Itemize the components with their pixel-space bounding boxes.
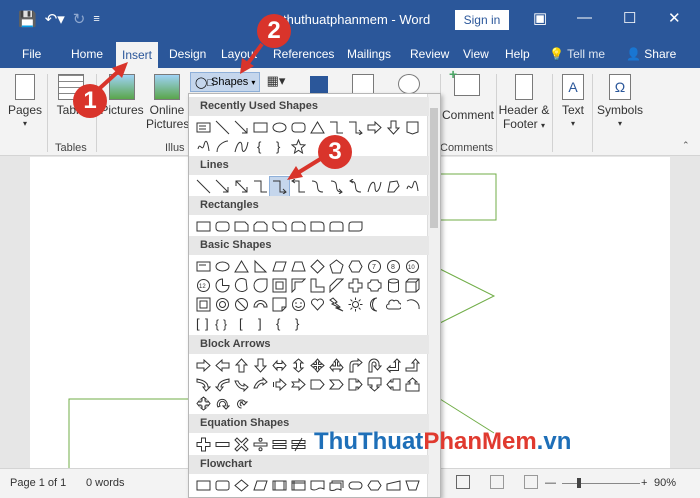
watermark-logo: ThuThuatPhanMem.vn — [314, 428, 571, 456]
watermark-part-3: .vn — [536, 428, 572, 455]
step-3-arrow — [294, 156, 324, 176]
watermark-part-2: PhanMem — [423, 428, 537, 455]
watermark-part-1: ThuThuat — [314, 428, 424, 455]
annotation-arrows — [98, 42, 324, 180]
